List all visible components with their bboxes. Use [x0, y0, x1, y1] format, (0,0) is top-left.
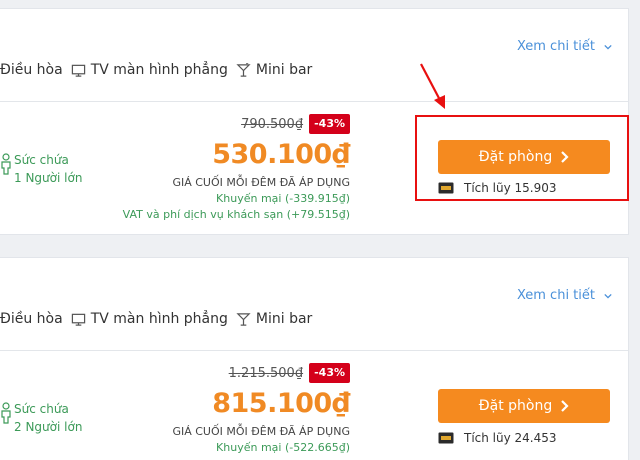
occupancy-info: Sức chứa 2 Người lớn: [0, 400, 82, 436]
view-details-link[interactable]: Xem chi tiết: [517, 288, 612, 303]
reward-coin-icon: [438, 432, 454, 444]
annotation-arrow-icon: [420, 63, 445, 109]
room-card-header: Điều hòa TV màn hình phẳng Mini bar Xem …: [0, 9, 628, 101]
occupancy-value: 1 Người lớn: [14, 171, 83, 185]
amenity-label: Điều hòa: [0, 62, 63, 78]
book-button[interactable]: Đặt phòng: [438, 389, 610, 423]
price-block: 1.215.500₫ -43% 815.100₫ GIÁ CUỐI MỖI ĐÊ…: [120, 362, 351, 455]
amenity-label: TV màn hình phẳng: [90, 62, 228, 78]
amenity-label: Mini bar: [255, 62, 313, 78]
view-details-label: Xem chi tiết: [516, 288, 595, 303]
occupancy-value: 2 Người lớn: [14, 420, 83, 434]
room-card: Điều hòa TV màn hình phẳng Mini bar Xem …: [0, 257, 629, 460]
chevron-down-icon: [604, 293, 612, 299]
cocktail-icon: [236, 62, 251, 77]
price-block: 790.500₫ -43% 530.100₫ GIÁ CUỐI MỖI ĐÊM …: [120, 113, 351, 222]
cocktail-icon: [236, 312, 251, 326]
annotation-highlight-box: [415, 115, 629, 201]
view-details-link[interactable]: Xem chi tiết: [517, 39, 612, 54]
chevron-down-icon: [604, 44, 612, 50]
divider: [0, 101, 628, 102]
view-details-label: Xem chi tiết: [516, 39, 595, 54]
reward-points-text: Tích lũy 24.453: [464, 431, 557, 445]
amenity-tv: TV màn hình phẳng: [63, 62, 228, 78]
promotion-text: Khuyến mại (-339.915₫): [216, 192, 350, 205]
occupancy-label: Sức chứa: [14, 153, 69, 167]
tv-icon: [71, 64, 85, 77]
amenity-label: TV màn hình phẳng: [90, 311, 228, 327]
book-button-label: Đặt phòng: [478, 398, 553, 414]
current-price: 530.100₫: [212, 139, 350, 170]
vat-text: VAT và phí dịch vụ khách sạn (+79.515₫): [122, 208, 350, 221]
occupancy-label: Sức chứa: [14, 402, 69, 416]
tv-icon: [71, 313, 85, 326]
occupancy-info: Sức chứa 1 Người lớn: [0, 151, 82, 187]
room-card-header: Điều hòa TV màn hình phẳng Mini bar Xem …: [0, 258, 628, 350]
promotion-text: Khuyến mại (-522.665₫): [216, 441, 350, 454]
amenity-minibar: Mini bar: [228, 62, 312, 78]
chevron-right-icon: [561, 400, 569, 412]
amenity-air-conditioner: Điều hòa: [0, 311, 63, 327]
amenity-minibar: Mini bar: [228, 311, 312, 327]
person-icon: [1, 402, 11, 424]
amenities-list: Điều hòa TV màn hình phẳng Mini bar: [0, 311, 312, 327]
divider: [0, 350, 628, 351]
original-price: 790.500₫: [241, 116, 304, 132]
original-price: 1.215.500₫: [228, 365, 304, 381]
discount-badge: -43%: [309, 363, 350, 383]
amenity-tv: TV màn hình phẳng: [63, 311, 228, 327]
amenity-label: Mini bar: [255, 311, 313, 327]
final-price-label: GIÁ CUỐI MỖI ĐÊM ĐÃ ÁP DỤNG: [172, 176, 350, 189]
discount-badge: -43%: [309, 114, 350, 134]
amenities-list: Điều hòa TV màn hình phẳng Mini bar: [0, 62, 312, 78]
person-icon: [1, 153, 11, 175]
final-price-label: GIÁ CUỐI MỖI ĐÊM ĐÃ ÁP DỤNG: [172, 425, 350, 438]
current-price: 815.100₫: [212, 388, 350, 419]
amenity-label: Điều hòa: [0, 311, 63, 327]
amenity-air-conditioner: Điều hòa: [0, 62, 63, 78]
reward-points: Tích lũy 24.453: [438, 431, 557, 445]
